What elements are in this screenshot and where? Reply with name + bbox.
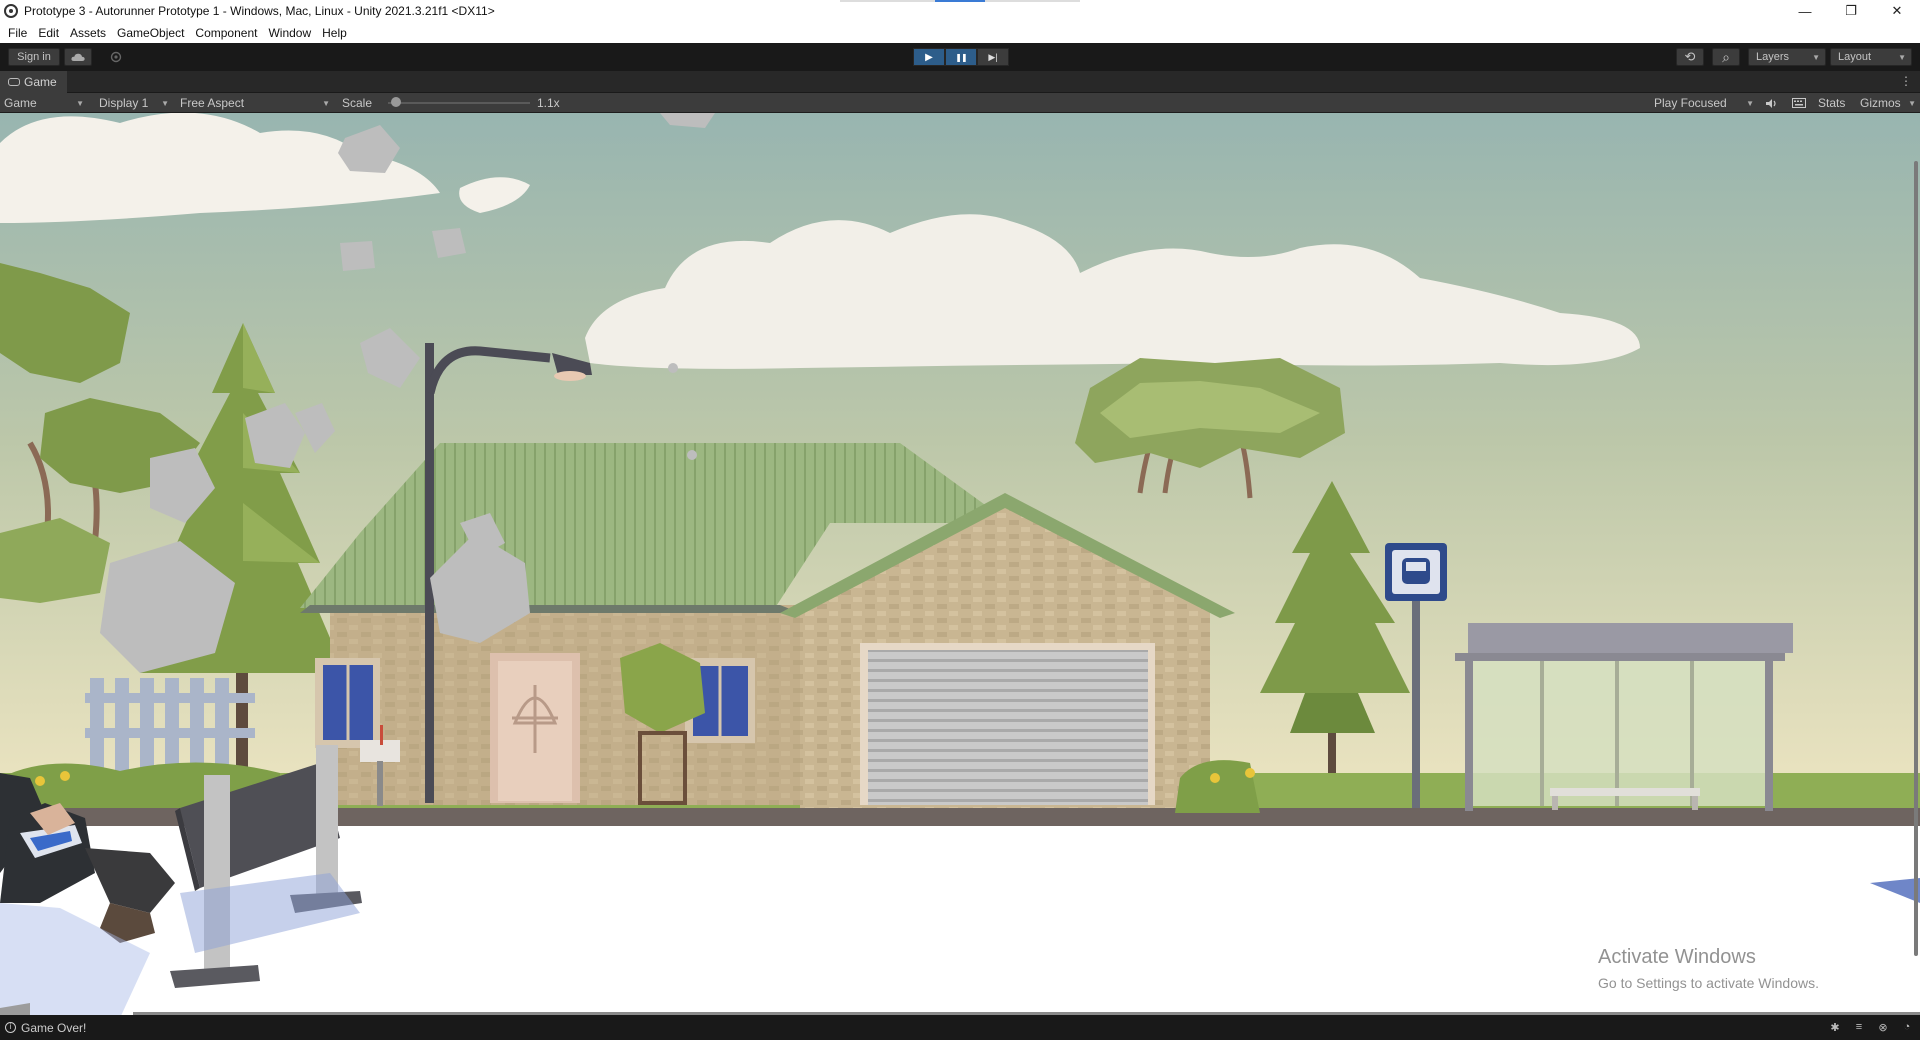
- chevron-down-icon: ▼: [161, 98, 169, 108]
- network-icon[interactable]: ⊗: [1876, 1020, 1890, 1034]
- menu-window[interactable]: Window: [268, 26, 318, 40]
- window-controls: — ❐ ✕: [1782, 0, 1920, 22]
- menu-gameobject[interactable]: GameObject: [117, 26, 191, 40]
- chevron-down-icon: ▼: [76, 98, 84, 108]
- keyboard-shortcuts-icon[interactable]: [1792, 93, 1806, 113]
- play-icon: ▶: [925, 51, 933, 63]
- scale-value: 1.1x: [537, 96, 560, 110]
- stats-button[interactable]: Stats: [1818, 93, 1845, 113]
- layout-dropdown[interactable]: Layout ▼: [1830, 48, 1912, 66]
- step-button[interactable]: ▶|: [977, 48, 1009, 66]
- scale-label: Scale: [342, 96, 373, 110]
- minimize-button[interactable]: —: [1782, 0, 1828, 22]
- title-progress-indicator: [840, 0, 1080, 2]
- maximize-button[interactable]: ❐: [1828, 0, 1874, 22]
- menu-edit[interactable]: Edit: [38, 26, 66, 40]
- menu-assets[interactable]: Assets: [70, 26, 113, 40]
- progress-icon[interactable]: ◔: [1900, 1020, 1914, 1034]
- pause-button[interactable]: ❚❚: [945, 48, 977, 66]
- game-tab-header: Game ⋮: [0, 71, 1920, 93]
- watermark-subtitle: Go to Settings to activate Windows.: [1598, 975, 1819, 991]
- game-view-controls: Game ▼ Display 1 ▼ Free Aspect ▼ Scale 1.1x…: [0, 93, 1920, 113]
- chevron-down-icon: ▼: [1746, 98, 1754, 108]
- sign-in-button[interactable]: Sign in: [8, 48, 60, 66]
- history-icon[interactable]: ⟲: [1676, 48, 1704, 66]
- status-message[interactable]: Game Over!: [21, 1021, 86, 1035]
- gizmos-dropdown[interactable]: Gizmos ▼: [1860, 93, 1916, 113]
- info-icon: i: [5, 1022, 16, 1033]
- more-options-icon[interactable]: ⋮: [1900, 74, 1912, 88]
- activate-windows-watermark: Activate Windows Go to Settings to activ…: [1598, 946, 1819, 991]
- chevron-down-icon: ▼: [1908, 98, 1916, 108]
- game-mode-dropdown[interactable]: Game ▼: [4, 93, 88, 113]
- step-icon: ▶|: [988, 51, 998, 62]
- watermark-title: Activate Windows: [1598, 946, 1756, 968]
- status-icons: ✱ ≡ ⊗ ◔: [1828, 1020, 1914, 1034]
- main-toolbar: Sign in ▶ ❚❚ ▶| ⟲ ⌕ Layers ▼ Layout ▼: [0, 43, 1920, 71]
- unity-logo-icon: [4, 4, 18, 18]
- play-controls: ▶ ❚❚ ▶|: [913, 48, 1009, 66]
- menu-file[interactable]: File: [8, 26, 34, 40]
- chevron-down-icon: ▼: [322, 98, 330, 108]
- layers-label: Layers: [1756, 51, 1790, 63]
- gamepad-icon: [8, 78, 20, 86]
- mute-audio-icon[interactable]: [1765, 93, 1778, 113]
- cloud-icon[interactable]: [64, 48, 92, 66]
- cache-server-icon[interactable]: ≡: [1852, 1020, 1866, 1034]
- scale-slider-thumb[interactable]: [391, 97, 401, 107]
- layout-label: Layout: [1838, 51, 1872, 63]
- aspect-dropdown[interactable]: Free Aspect ▼: [180, 93, 334, 113]
- pause-icon: ❚❚: [955, 52, 967, 62]
- chevron-down-icon: ▼: [1898, 52, 1906, 62]
- bug-icon[interactable]: ✱: [1828, 1020, 1842, 1034]
- tab-game[interactable]: Game: [0, 71, 67, 93]
- chevron-down-icon: ▼: [1812, 52, 1820, 62]
- tab-game-label: Game: [24, 75, 57, 89]
- display-dropdown[interactable]: Display 1 ▼: [99, 93, 173, 113]
- close-button[interactable]: ✕: [1874, 0, 1920, 22]
- status-bar: i Game Over! ✱ ≡ ⊗ ◔: [0, 1015, 1920, 1040]
- scale-slider-track[interactable]: [388, 102, 530, 104]
- game-scene-render: [0, 113, 1920, 1015]
- menu-component[interactable]: Component: [195, 26, 264, 40]
- menu-help[interactable]: Help: [322, 26, 354, 40]
- vertical-scrollbar[interactable]: [1914, 161, 1918, 956]
- window-title: Prototype 3 - Autorunner Prototype 1 - W…: [24, 4, 495, 18]
- menu-bar: File Edit Assets GameObject Component Wi…: [0, 22, 1920, 43]
- layers-dropdown[interactable]: Layers ▼: [1748, 48, 1826, 66]
- window-title-bar: Prototype 3 - Autorunner Prototype 1 - W…: [0, 0, 1920, 22]
- play-button[interactable]: ▶: [913, 48, 945, 66]
- search-icon[interactable]: ⌕: [1712, 48, 1740, 66]
- collab-icon[interactable]: [102, 48, 130, 66]
- game-viewport[interactable]: Activate Windows Go to Settings to activ…: [0, 113, 1920, 1015]
- play-focused-dropdown[interactable]: Play Focused ▼: [1654, 93, 1758, 113]
